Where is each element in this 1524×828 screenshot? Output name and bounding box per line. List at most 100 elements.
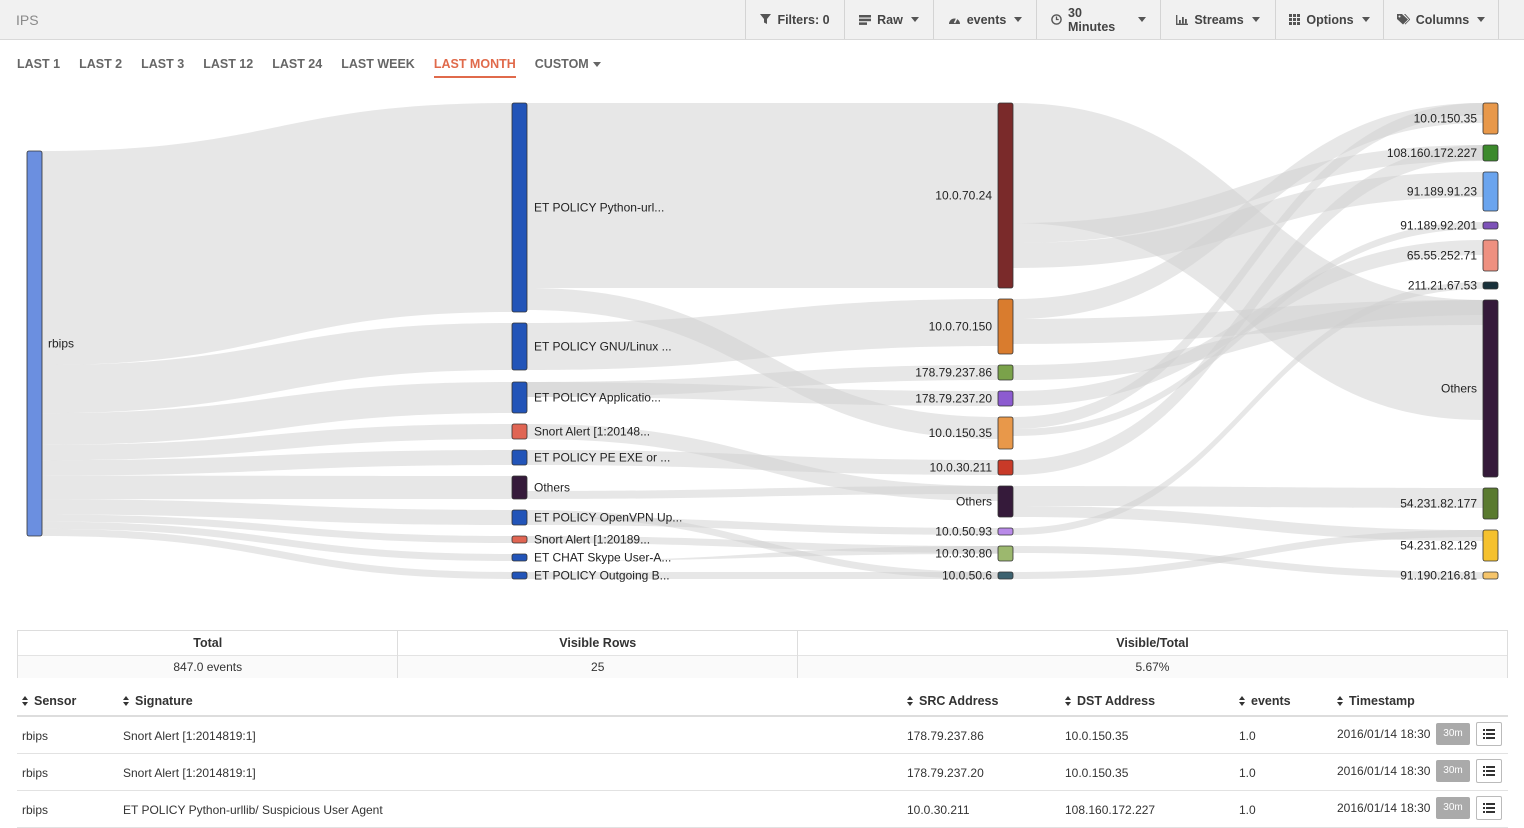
columns-button[interactable]: Columns — [1383, 0, 1499, 39]
gauge-icon — [948, 14, 961, 25]
sankey-node-label: 10.0.30.211 — [929, 461, 992, 475]
streams-button[interactable]: Streams — [1160, 0, 1275, 39]
range-tab-last-24[interactable]: LAST 24 — [272, 57, 322, 78]
sankey-node[interactable] — [26, 150, 43, 537]
column-header-signature[interactable]: Signature — [123, 694, 193, 708]
sankey-node[interactable] — [1482, 221, 1499, 230]
zoom-30m-button[interactable]: 30m — [1436, 797, 1470, 819]
sankey-node[interactable] — [511, 571, 528, 580]
time-label: 30 Minutes — [1068, 5, 1116, 34]
cell-src: 178.79.237.20 — [907, 766, 984, 780]
table-row[interactable]: rbips Snort Alert [1:2014819:1] 178.79.237… — [17, 754, 1508, 791]
sankey-link[interactable] — [527, 103, 998, 288]
sankey-node-label: 10.0.150.35 — [1414, 112, 1478, 126]
time-button[interactable]: 30 Minutes — [1036, 0, 1160, 39]
column-header-events[interactable]: events — [1239, 694, 1291, 708]
clock-icon — [1051, 14, 1062, 25]
sankey-node[interactable] — [997, 416, 1014, 450]
events-table: Sensor Signature SRC Address DST Address eve… — [17, 690, 1508, 828]
tags-icon — [1396, 14, 1410, 25]
events-button[interactable]: events — [933, 0, 1036, 39]
caret-down-icon — [1014, 17, 1023, 22]
range-tab-last-2[interactable]: LAST 2 — [79, 57, 122, 78]
sort-icon — [1239, 696, 1246, 706]
raw-button[interactable]: Raw — [844, 0, 933, 39]
stat-total-label: Total — [18, 631, 398, 656]
stat-ratio-value: 5.67% — [797, 656, 1507, 678]
range-tab-last-month[interactable]: LAST MONTH — [433, 57, 516, 78]
sankey-node-label: 10.0.50.6 — [942, 569, 992, 583]
sankey-node[interactable] — [997, 527, 1014, 536]
table-row[interactable]: rbips ET POLICY Python-urllib/ Suspicious… — [17, 791, 1508, 828]
list-icon — [1483, 729, 1495, 739]
column-header-label: events — [1251, 694, 1291, 708]
sankey-node[interactable] — [997, 298, 1014, 355]
sankey-node[interactable] — [511, 423, 528, 440]
stat-visible-rows: Visible Rows 25 — [398, 631, 798, 678]
sankey-node[interactable] — [1482, 144, 1499, 162]
sankey-node[interactable] — [1482, 529, 1499, 562]
sankey-node[interactable] — [1482, 171, 1499, 212]
range-tab-last-3[interactable]: LAST 3 — [141, 57, 184, 78]
sankey-node[interactable] — [511, 553, 528, 562]
sankey-node[interactable] — [997, 102, 1014, 289]
sankey-node-label: Snort Alert [1:20189... — [534, 533, 650, 547]
sankey-node-label: 91.190.216.81 — [1400, 569, 1477, 583]
row-details-button[interactable] — [1476, 796, 1502, 820]
sankey-node[interactable] — [511, 535, 528, 544]
sankey-node[interactable] — [1482, 281, 1499, 290]
range-tab-custom[interactable]: CUSTOM — [535, 57, 601, 78]
column-header-timestamp[interactable]: Timestamp — [1337, 694, 1415, 708]
column-header-label: Timestamp — [1349, 694, 1415, 708]
cell-dst: 10.0.150.35 — [1065, 729, 1129, 743]
sankey-node[interactable] — [511, 509, 528, 526]
sankey-node[interactable] — [997, 390, 1014, 407]
table-body: rbips Snort Alert [1:2014819:1] 178.79.237… — [17, 717, 1508, 828]
filters-button[interactable]: Filters: 0 — [745, 0, 844, 39]
sankey-node[interactable] — [997, 571, 1014, 580]
column-header-dst-address[interactable]: DST Address — [1065, 694, 1155, 708]
range-tab-last-week[interactable]: LAST WEEK — [341, 57, 415, 78]
caret-down-icon — [1361, 17, 1370, 22]
sankey-node[interactable] — [511, 449, 528, 466]
cell-signature: Snort Alert [1:2014819:1] — [123, 729, 256, 743]
zoom-30m-button[interactable]: 30m — [1436, 760, 1470, 782]
list-icon — [1483, 766, 1495, 776]
sankey-node[interactable] — [511, 322, 528, 371]
table-row[interactable]: rbips Snort Alert [1:2014819:1] 178.79.237… — [17, 717, 1508, 754]
sankey-node[interactable] — [1482, 102, 1499, 135]
cell-timestamp: 2016/01/14 18:30 — [1337, 764, 1431, 778]
stat-ratio-label: Visible/Total — [797, 631, 1507, 656]
sankey-node[interactable] — [511, 381, 528, 414]
sankey-node[interactable] — [1482, 571, 1499, 580]
sankey-link[interactable] — [42, 475, 512, 500]
cell-dst: 10.0.150.35 — [1065, 766, 1129, 780]
sankey-node[interactable] — [1482, 239, 1499, 272]
sankey-node[interactable] — [1482, 487, 1499, 520]
sankey-node[interactable] — [997, 364, 1014, 381]
sankey-node-label: rbips — [48, 337, 74, 351]
options-button[interactable]: Options — [1275, 0, 1383, 39]
caret-down-icon — [1251, 17, 1260, 22]
stat-visible-total: Visible/Total 5.67% — [797, 631, 1507, 678]
column-header-src-address[interactable]: SRC Address — [907, 694, 998, 708]
column-header-label: Sensor — [34, 694, 77, 708]
sankey-node-label: ET CHAT Skype User-A... — [534, 551, 671, 565]
range-tab-last-1[interactable]: LAST 1 — [17, 57, 60, 78]
sankey-node[interactable] — [1482, 299, 1499, 478]
sankey-node-label: 65.55.252.71 — [1407, 249, 1477, 263]
row-details-button[interactable] — [1476, 759, 1502, 783]
top-bar: IPS Filters: 0 Raw events 30 Minutes Streams… — [0, 0, 1524, 40]
sankey-node[interactable] — [511, 475, 528, 500]
sankey-node[interactable] — [997, 485, 1014, 518]
sankey-node-label: 108.160.172.227 — [1387, 146, 1477, 160]
zoom-30m-button[interactable]: 30m — [1436, 723, 1470, 745]
sankey-node[interactable] — [997, 545, 1014, 562]
column-header-sensor[interactable]: Sensor — [22, 694, 76, 708]
bar-chart-icon — [1176, 14, 1189, 25]
sankey-node[interactable] — [511, 102, 528, 313]
sort-icon — [1337, 696, 1344, 706]
sankey-node[interactable] — [997, 459, 1014, 476]
range-tab-last-12[interactable]: LAST 12 — [203, 57, 253, 78]
row-details-button[interactable] — [1476, 722, 1502, 746]
